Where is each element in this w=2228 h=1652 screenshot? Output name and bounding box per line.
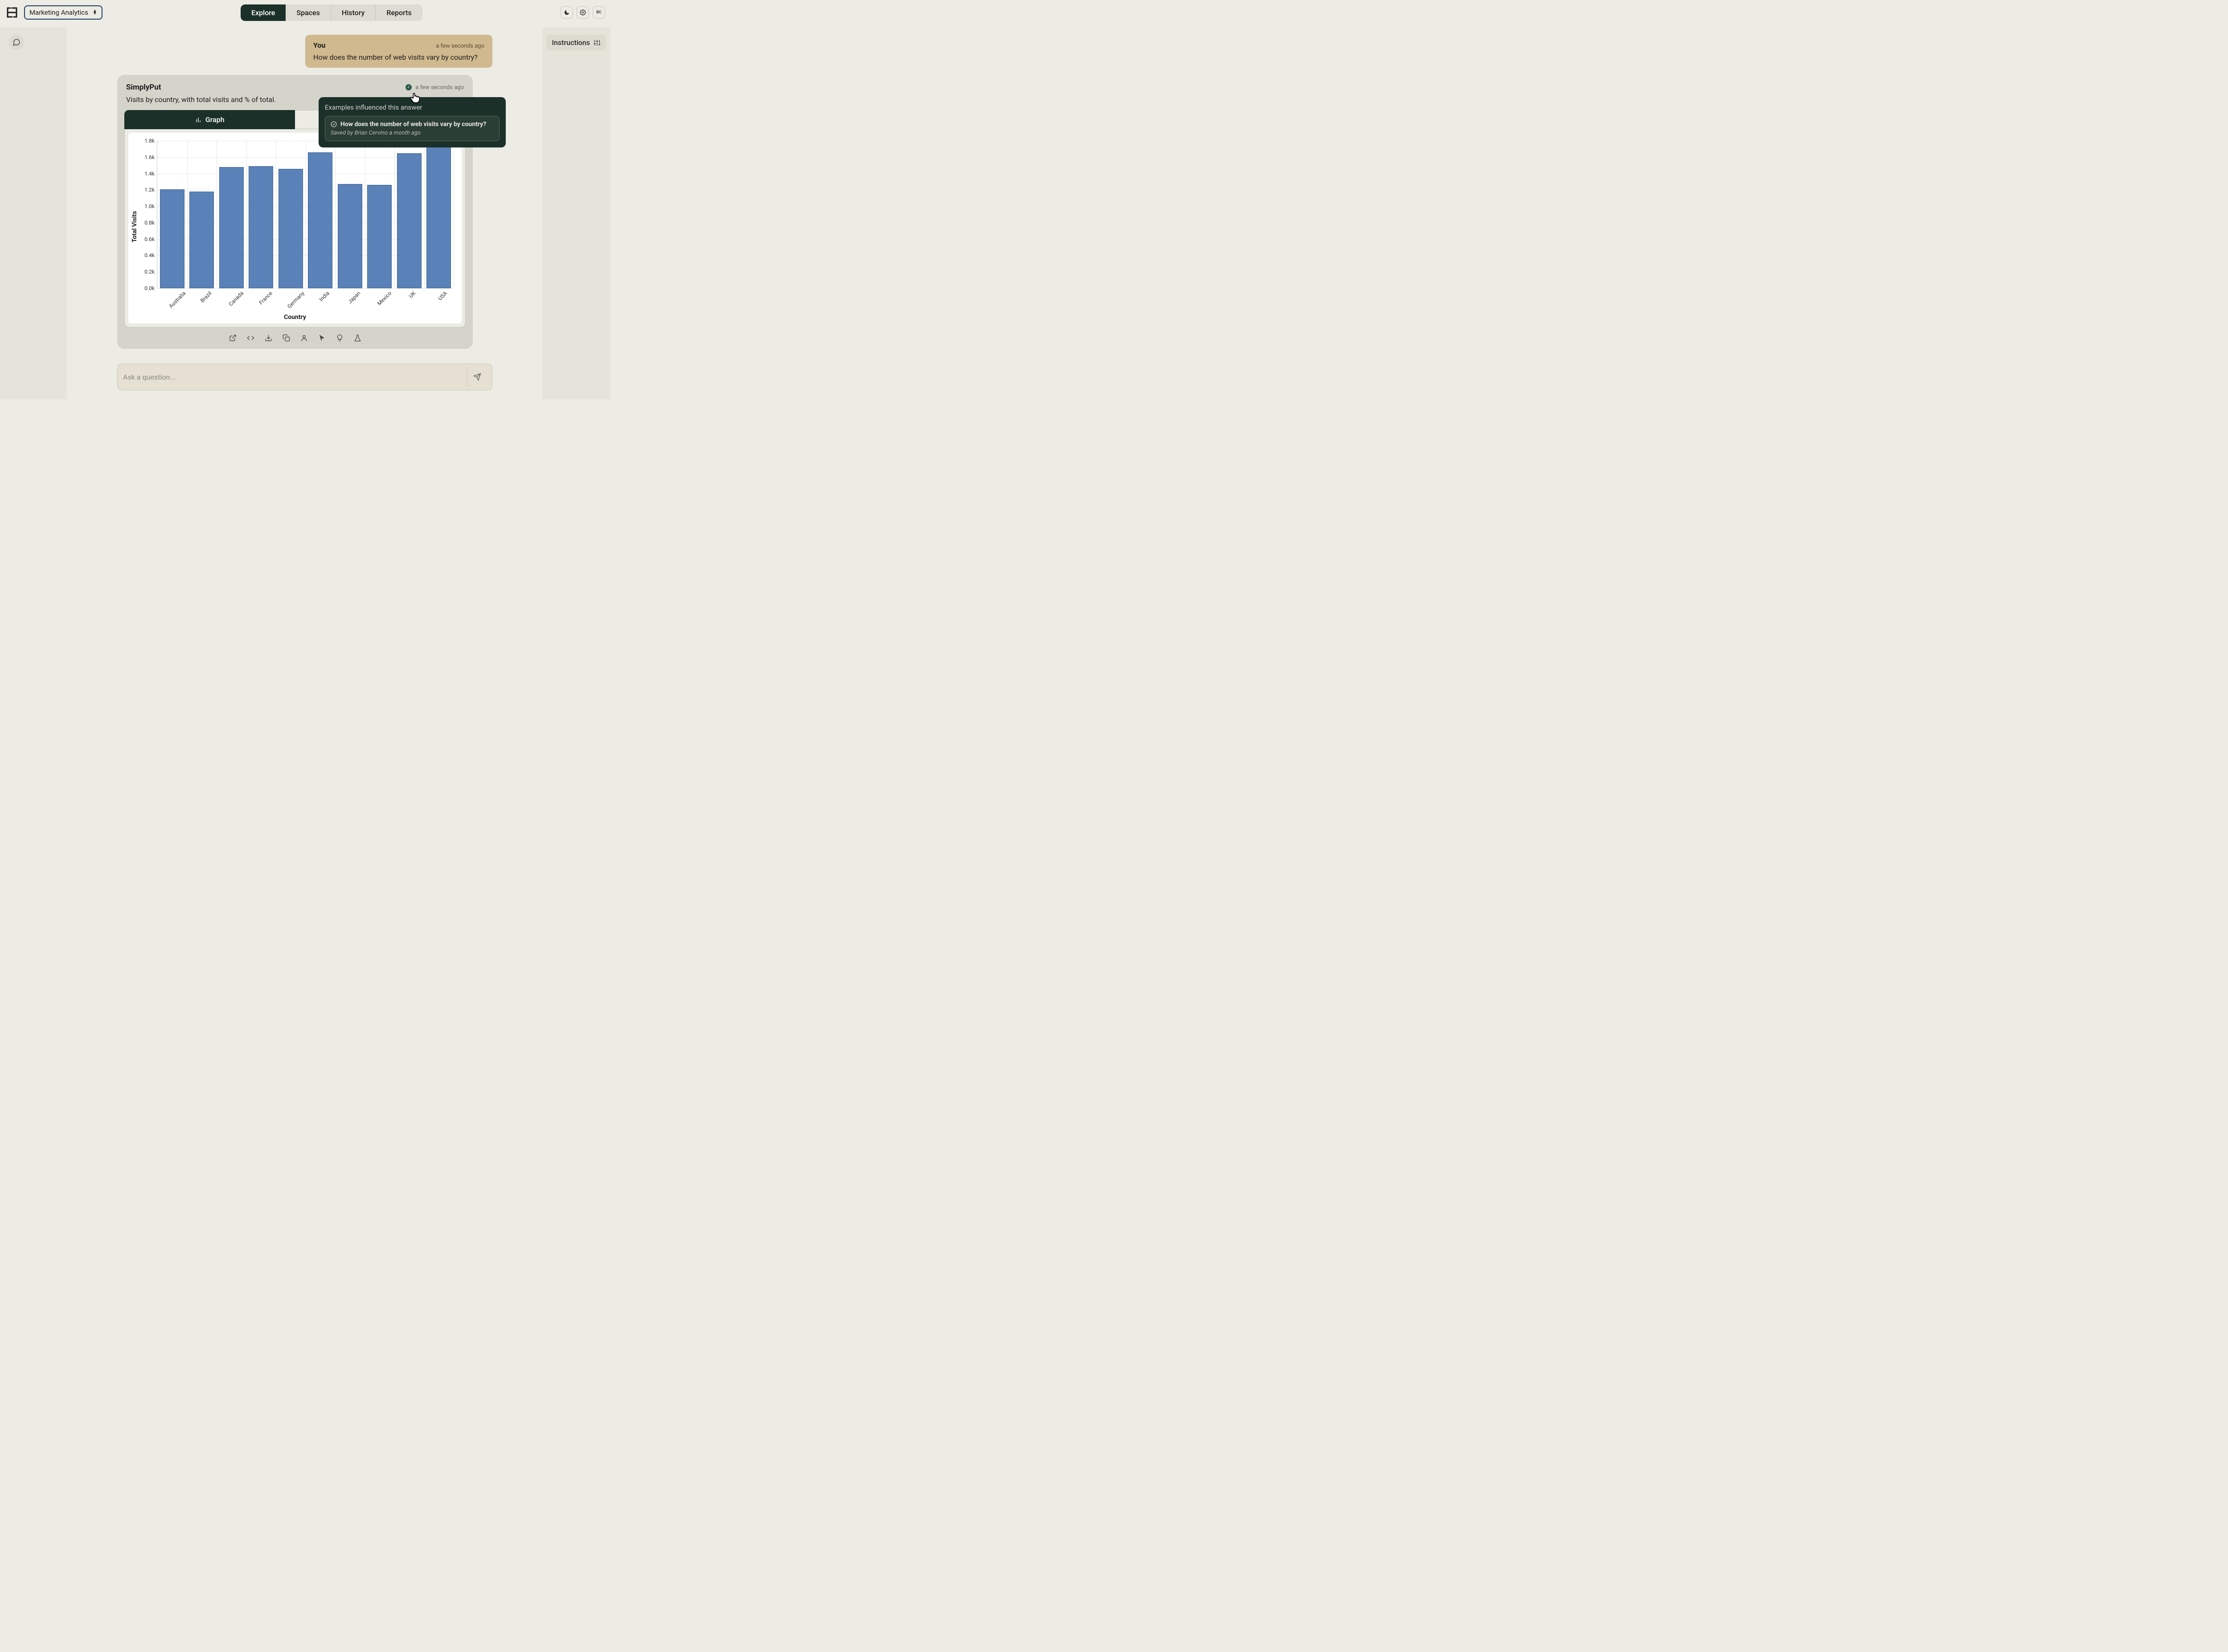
code-icon[interactable] bbox=[246, 334, 254, 342]
bar[interactable] bbox=[278, 169, 303, 288]
assistant-time: a few seconds ago bbox=[415, 84, 464, 91]
tab-graph[interactable]: Graph bbox=[124, 110, 295, 129]
open-external-icon[interactable] bbox=[229, 334, 237, 342]
tab-spaces[interactable]: Spaces bbox=[286, 4, 331, 21]
user-name: You bbox=[313, 41, 325, 49]
tab-history[interactable]: History bbox=[331, 4, 376, 21]
x-tick: Brazil bbox=[199, 290, 213, 304]
y-tick: 0.8k bbox=[144, 220, 155, 226]
sliders-icon bbox=[594, 39, 601, 46]
avatar[interactable]: BC bbox=[593, 6, 605, 19]
send-button[interactable] bbox=[467, 367, 487, 387]
x-tick: Germany bbox=[286, 290, 306, 310]
bar[interactable] bbox=[367, 185, 392, 288]
bar[interactable] bbox=[308, 152, 332, 288]
user-msg-body: How does the number of web visits vary b… bbox=[313, 53, 484, 61]
tab-graph-label: Graph bbox=[205, 115, 225, 124]
verified-badge-icon[interactable]: ✓ bbox=[405, 84, 412, 90]
x-tick: Canada bbox=[228, 290, 245, 307]
y-tick: 1.8k bbox=[144, 138, 155, 144]
x-tick: Japan bbox=[347, 290, 361, 305]
user-message: You a few seconds ago How does the numbe… bbox=[305, 35, 492, 68]
tab-explore[interactable]: Explore bbox=[241, 4, 286, 21]
tooltip-question: How does the number of web visits vary b… bbox=[340, 121, 486, 128]
cursor-icon[interactable] bbox=[318, 334, 326, 342]
logo[interactable] bbox=[5, 6, 19, 19]
x-tick: India bbox=[318, 290, 330, 303]
y-tick: 1.0k bbox=[144, 203, 155, 209]
question-input-placeholder: Ask a question... bbox=[123, 373, 467, 381]
x-tick: USA bbox=[437, 290, 448, 302]
space-selector-label: Marketing Analytics bbox=[29, 8, 88, 16]
chart-icon bbox=[195, 116, 202, 123]
settings-button[interactable] bbox=[577, 6, 589, 19]
copy-icon[interactable] bbox=[282, 334, 290, 342]
bar[interactable] bbox=[219, 167, 244, 288]
tooltip-saved-meta: Saved by Brian Cervino a month ago bbox=[331, 130, 494, 136]
y-tick: 0.0k bbox=[144, 285, 155, 291]
new-chat-button[interactable] bbox=[9, 35, 24, 50]
y-tick: 1.6k bbox=[144, 154, 155, 160]
tab-reports[interactable]: Reports bbox=[376, 4, 422, 21]
instructions-label: Instructions bbox=[552, 38, 590, 47]
y-tick: 0.4k bbox=[144, 252, 155, 258]
y-tick: 1.4k bbox=[144, 171, 155, 177]
x-tick: France bbox=[258, 290, 273, 306]
y-tick: 0.2k bbox=[144, 269, 155, 275]
y-axis-label: Total Visits bbox=[131, 211, 138, 243]
tooltip-title: Examples influenced this answer bbox=[325, 103, 500, 111]
assistant-name: SimplyPut bbox=[126, 83, 161, 92]
y-tick: 0.6k bbox=[144, 236, 155, 242]
bar[interactable] bbox=[189, 192, 214, 288]
space-selector[interactable]: Marketing Analytics ▲▼ bbox=[24, 5, 102, 20]
dark-mode-button[interactable] bbox=[561, 6, 573, 19]
instructions-button[interactable]: Instructions bbox=[546, 35, 606, 50]
examples-tooltip: Examples influenced this answer How does… bbox=[319, 97, 506, 147]
nav-tabs: Explore Spaces History Reports bbox=[241, 4, 422, 21]
x-tick: Mexico bbox=[376, 290, 393, 307]
x-tick: UK bbox=[408, 290, 417, 299]
check-circle-icon bbox=[331, 121, 337, 127]
right-sidebar: Instructions bbox=[543, 28, 610, 399]
flask-icon[interactable] bbox=[353, 334, 361, 342]
x-tick: Australia bbox=[168, 290, 187, 309]
tooltip-example-card[interactable]: How does the number of web visits vary b… bbox=[325, 116, 500, 141]
bar[interactable] bbox=[397, 153, 422, 288]
updown-icon: ▲▼ bbox=[93, 10, 97, 15]
download-icon[interactable] bbox=[264, 334, 272, 342]
bar[interactable] bbox=[426, 143, 451, 288]
x-axis-label: Country bbox=[284, 314, 306, 321]
left-sidebar bbox=[0, 28, 67, 399]
user-msg-time: a few seconds ago bbox=[436, 43, 484, 49]
main-content: You a few seconds ago How does the numbe… bbox=[67, 28, 543, 399]
bar[interactable] bbox=[249, 166, 273, 288]
user-icon[interactable] bbox=[300, 334, 308, 342]
lightbulb-icon[interactable] bbox=[336, 334, 344, 342]
chart: Total Visits 0.0k 0.2k 0.4k 0.6k 0.8k 1.0k 1.2… bbox=[128, 133, 462, 323]
bar[interactable] bbox=[160, 189, 184, 289]
bar[interactable] bbox=[338, 184, 362, 288]
y-tick: 1.2k bbox=[144, 187, 155, 193]
question-input-bar[interactable]: Ask a question... bbox=[117, 364, 492, 390]
